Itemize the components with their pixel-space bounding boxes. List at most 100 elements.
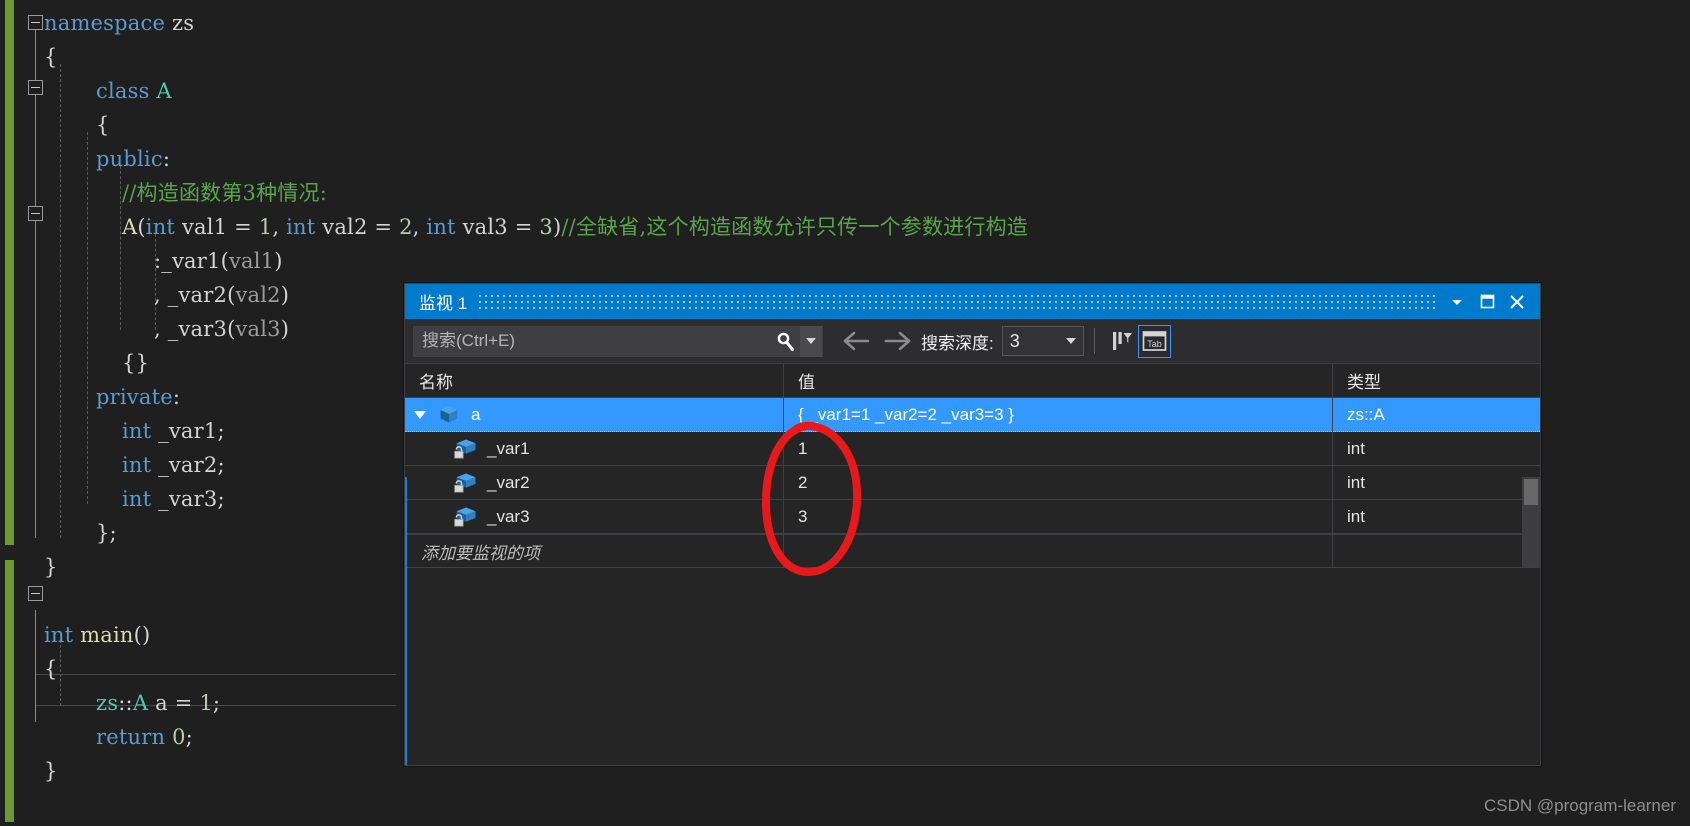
code-token: 2 — [399, 215, 413, 239]
code-token: ) — [280, 317, 290, 341]
close-icon[interactable] — [1502, 284, 1532, 319]
scrollbar-thumb[interactable] — [1524, 479, 1538, 505]
cell-value[interactable]: 3 — [784, 500, 1332, 533]
titlebar-drag-grip[interactable] — [479, 294, 1436, 309]
code-line: , _var3(val3) — [154, 312, 289, 346]
chevron-down-icon — [414, 410, 426, 419]
code-token: ; — [185, 725, 193, 749]
private-field-icon — [451, 439, 479, 459]
vertical-scrollbar[interactable] — [1522, 477, 1540, 567]
column-header-value[interactable]: 值 — [784, 364, 1332, 397]
add-watch-row[interactable]: 添加要监视的项 — [405, 534, 1540, 568]
cell-value[interactable]: 2 — [784, 466, 1332, 499]
change-bar-green — [5, 560, 14, 822]
watch-window-title: 监视 1 — [419, 294, 468, 313]
fold-toggle[interactable] — [28, 80, 43, 95]
code-token: int — [122, 419, 152, 443]
indent-guide — [35, 30, 36, 538]
chevron-down-icon[interactable] — [1442, 284, 1472, 319]
cell-name[interactable]: _var3 — [405, 500, 783, 533]
search-previous-button[interactable] — [837, 321, 877, 361]
svg-text:Tab: Tab — [1147, 339, 1162, 349]
code-line: namespace zs — [44, 6, 194, 40]
code-line: public: — [96, 142, 170, 176]
table-row[interactable]: a { _var1=1 _var2=2 _var3=3 } zs::A — [405, 398, 1540, 432]
column-filter-icon[interactable] — [1105, 325, 1138, 358]
toolbar-separator — [1093, 328, 1095, 354]
code-token: _var1 — [161, 249, 221, 273]
code-token: int — [145, 215, 176, 239]
code-token: val2 — [322, 215, 368, 239]
code-token: } — [44, 555, 58, 579]
maximize-icon[interactable] — [1472, 284, 1502, 319]
code-token: A — [132, 691, 149, 715]
table-row[interactable]: _var1 1 int — [405, 432, 1540, 466]
code-token: ) — [274, 249, 283, 273]
code-line: int _var1; — [122, 414, 225, 448]
cell-value[interactable]: { _var1=1 _var2=2 _var3=3 } — [784, 398, 1332, 432]
code-token: zs — [96, 691, 119, 715]
code-token: : — [162, 147, 171, 171]
fold-toggle[interactable] — [28, 586, 43, 601]
code-token: val1 — [181, 215, 228, 239]
code-line: zs::A a = 1; — [96, 686, 220, 720]
row-name-label: _var3 — [487, 506, 530, 526]
cell-name[interactable]: a — [405, 398, 783, 432]
cell-type — [1333, 535, 1540, 567]
code-token: {} — [122, 351, 150, 375]
code-token: 1 — [199, 691, 213, 715]
column-header-name[interactable]: 名称 — [405, 364, 783, 397]
code-token: zs — [172, 11, 195, 35]
cell-name[interactable]: _var1 — [405, 432, 783, 465]
add-watch-input[interactable]: 添加要监视的项 — [405, 535, 783, 567]
code-token: int — [122, 453, 152, 477]
search-input[interactable] — [414, 331, 770, 351]
cell-name[interactable]: _var2 — [405, 466, 783, 499]
cell-value[interactable]: 1 — [784, 432, 1332, 465]
table-row[interactable]: _var2 2 int — [405, 466, 1540, 500]
column-header-type[interactable]: 类型 — [1333, 364, 1540, 397]
code-token: { — [96, 113, 110, 137]
watch-grid[interactable]: 名称 值 类型 a { _var1=1 _var2=2 _var3=3 } zs::… — [405, 364, 1540, 765]
code-token: , — [272, 215, 287, 239]
table-row[interactable]: _var3 3 int — [405, 500, 1540, 534]
tab-display-icon[interactable]: Tab — [1137, 324, 1171, 358]
code-token: ; — [212, 691, 221, 715]
watch-window-titlebar[interactable]: 监视 1 — [405, 284, 1540, 319]
cell-type: int — [1347, 438, 1365, 458]
indent-guide — [120, 166, 121, 330]
code-line: } — [44, 754, 58, 788]
code-line: , _var2(val2) — [154, 278, 289, 312]
change-bar-green — [5, 0, 14, 545]
search-options-dropdown[interactable] — [800, 325, 822, 357]
code-token: = — [167, 691, 200, 715]
expand-collapse-toggle[interactable] — [405, 410, 435, 419]
search-next-button[interactable] — [877, 321, 917, 361]
code-token: A — [122, 215, 138, 239]
code-token: _var2; — [158, 453, 225, 477]
code-token: ) — [280, 283, 290, 307]
column-filter-glyph — [1113, 332, 1133, 350]
search-depth-select[interactable]: 3 — [1001, 326, 1084, 356]
code-line: :_var1(val1) — [154, 244, 283, 278]
cell-type: int — [1347, 506, 1365, 526]
watch-toolbar[interactable]: 搜索深度: 3 Tab — [405, 319, 1540, 364]
fold-toggle[interactable] — [28, 15, 43, 30]
chevron-down-glyph — [1452, 299, 1462, 305]
maximize-glyph — [1480, 294, 1494, 309]
grid-rows: a { _var1=1 _var2=2 _var3=3 } zs::A _var1 1 i… — [405, 398, 1540, 568]
code-token: val2 — [235, 283, 281, 307]
indent-guide — [87, 132, 88, 504]
watch-window[interactable]: 监视 1 搜索(Ctrl+E) 搜索深度: 3 Tab 名称 值 类型 a {… — [404, 283, 1541, 766]
row-name-label: _var1 — [487, 438, 530, 458]
code-line: int _var2; — [122, 448, 225, 482]
code-token: class — [96, 79, 150, 103]
code-token: = — [507, 215, 540, 239]
search-icon[interactable] — [770, 331, 800, 352]
search-box[interactable] — [413, 325, 823, 357]
fold-toggle[interactable] — [28, 206, 43, 221]
object-cube-glyph — [440, 406, 458, 423]
